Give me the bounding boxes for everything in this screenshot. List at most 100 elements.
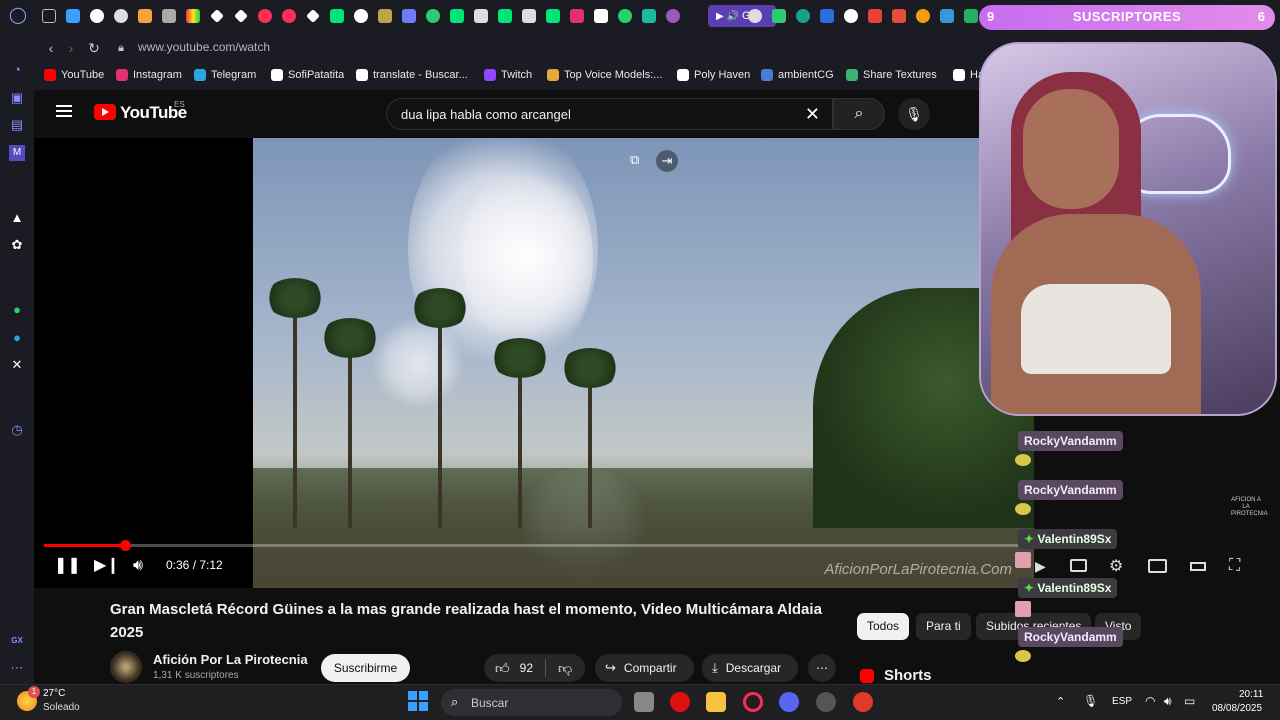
tab-favicon[interactable] [114, 9, 128, 23]
obs-icon[interactable] [853, 692, 873, 712]
more-icon[interactable]: ⋯ [9, 660, 25, 676]
discord-icon[interactable] [779, 692, 799, 712]
whatsapp-icon[interactable]: ● [9, 302, 25, 318]
bookmark-item[interactable]: Poly Haven [677, 69, 750, 81]
file-explorer-icon[interactable] [706, 692, 726, 712]
volume-icon[interactable]: 🔊︎ [1164, 694, 1172, 709]
tab-favicon[interactable] [138, 9, 152, 23]
history-icon[interactable]: ◷ [9, 422, 25, 438]
bookmark-item[interactable]: Twitch [484, 69, 532, 81]
tab-favicon[interactable] [282, 9, 296, 23]
weather-description[interactable]: Soleado [43, 702, 80, 713]
tab-favicon[interactable] [450, 9, 464, 23]
chatgpt-icon[interactable]: ✿ [9, 237, 25, 253]
more-actions-button[interactable]: ⋯ [808, 654, 836, 682]
aria-icon[interactable]: ◔ [9, 62, 25, 78]
bookmark-item[interactable]: Top Voice Models:... [547, 69, 662, 81]
progress-scrubber[interactable] [120, 540, 132, 551]
x-twitter-icon[interactable]: ✕ [9, 357, 25, 373]
tab-favicon[interactable] [498, 9, 512, 23]
tab-favicon[interactable] [916, 9, 930, 23]
task-view-icon[interactable] [634, 692, 654, 712]
tab-favicon[interactable] [964, 9, 978, 23]
miniplayer-button-icon[interactable] [1148, 559, 1167, 573]
windows-start-icon[interactable] [408, 691, 428, 711]
miniplayer-icon[interactable]: ⧉ [630, 152, 648, 170]
tab-favicon[interactable] [306, 9, 320, 23]
tab-favicon[interactable] [748, 9, 762, 23]
tab-favicon[interactable] [892, 9, 906, 23]
opera-logo-icon[interactable]: ◯ [9, 8, 27, 24]
tab-favicon[interactable] [354, 9, 368, 23]
taskbar-search[interactable]: ⌕ Buscar [441, 689, 622, 716]
subtitles-icon[interactable] [1070, 559, 1087, 572]
chip-para-ti[interactable]: Para ti [916, 613, 971, 640]
progress-bar[interactable] [44, 540, 1024, 551]
telegram-icon[interactable]: ● [9, 330, 25, 346]
tab-favicon[interactable] [796, 9, 810, 23]
opera-gx-icon[interactable] [670, 692, 690, 712]
tab-favicon[interactable] [474, 9, 488, 23]
tab-favicon[interactable] [820, 9, 834, 23]
tab-favicon[interactable] [378, 9, 392, 23]
exit-icon[interactable]: ⇥ [656, 150, 678, 172]
tab-favicon[interactable] [844, 9, 858, 23]
tab-favicon[interactable] [546, 9, 560, 23]
tab-favicon[interactable] [42, 9, 56, 23]
theater-mode-icon[interactable] [1190, 562, 1206, 571]
bookmark-item[interactable]: SofiPatatita [271, 69, 344, 81]
hamburger-menu-icon[interactable] [56, 105, 72, 117]
thumbs-down-icon[interactable]: 👎︎ [558, 654, 572, 682]
next-video-icon[interactable]: ▶❙ [94, 556, 120, 576]
tab-favicon[interactable] [90, 9, 104, 23]
active-tab[interactable]: ▶ 🔊 Gra [708, 5, 776, 27]
thumbs-up-icon[interactable]: 👍︎ [495, 654, 510, 682]
weather-temperature[interactable]: 27°C [43, 688, 65, 699]
forward-arrow-icon[interactable]: › [62, 39, 80, 57]
share-button[interactable]: ↪ Compartir [595, 654, 694, 682]
tab-favicon[interactable] [162, 9, 176, 23]
url-field[interactable]: www.youtube.com/watch [138, 40, 270, 54]
video-player[interactable]: AficionPorLaPirotecnia.Com ⧉ ⇥ ❚❚ ▶❙ 🔊︎ … [34, 138, 1034, 588]
audio-icon[interactable]: ▶ 🔊 [716, 11, 739, 22]
bookmark-item[interactable]: YouTube [44, 69, 104, 81]
tab-favicon[interactable] [642, 9, 656, 23]
tab-favicon[interactable] [522, 9, 536, 23]
pause-icon[interactable]: ❚❚ [54, 556, 81, 576]
bookmark-item[interactable]: Instagram [116, 69, 182, 81]
tab-favicon[interactable] [594, 9, 608, 23]
tab-favicon[interactable] [258, 9, 272, 23]
clear-search-icon[interactable]: ✕ [805, 104, 820, 125]
chip-todos[interactable]: Todos [857, 613, 910, 640]
tab-favicon[interactable] [402, 9, 416, 23]
bookmark-item[interactable]: ambientCG [761, 69, 834, 81]
gx-label[interactable]: GX [9, 633, 25, 649]
affinity-icon[interactable]: ▲ [9, 210, 25, 226]
tab-favicon[interactable] [940, 9, 954, 23]
tab-favicon[interactable] [330, 9, 344, 23]
search-button[interactable]: ⌕ [833, 98, 885, 130]
bookmark-item[interactable]: Telegram [194, 69, 256, 81]
bookmark-item[interactable]: Share Textures [846, 69, 937, 81]
clock-date[interactable]: 08/08/2025 [1212, 703, 1262, 714]
clock-time[interactable]: 20:11 [1239, 689, 1263, 700]
channel-avatar[interactable] [110, 651, 142, 683]
tab-favicon[interactable] [234, 9, 248, 23]
battery-icon[interactable]: ▭ [1184, 694, 1195, 708]
tab-favicon[interactable] [66, 9, 80, 23]
search-query-text[interactable]: dua lipa habla como arcangel [401, 107, 571, 122]
subscribe-button[interactable]: Suscribirme [321, 654, 410, 682]
voice-search-button[interactable]: 🎙︎ [898, 98, 930, 130]
tab-favicon[interactable] [868, 9, 882, 23]
tab-favicon[interactable] [772, 9, 786, 23]
fullscreen-icon[interactable]: ⛶ [1229, 557, 1240, 575]
autoplay-toggle-icon[interactable]: ▶ [1035, 558, 1046, 575]
tray-overflow-icon[interactable]: ⌃ [1056, 695, 1065, 708]
extension-icon-2[interactable]: ▤ [9, 117, 25, 133]
tab-favicon[interactable] [666, 9, 680, 23]
back-arrow-icon[interactable]: ‹ [42, 39, 60, 57]
messenger-icon[interactable]: M [9, 145, 25, 161]
tab-favicon[interactable] [426, 9, 440, 23]
tab-favicon[interactable] [210, 9, 224, 23]
app-icon[interactable] [816, 692, 836, 712]
